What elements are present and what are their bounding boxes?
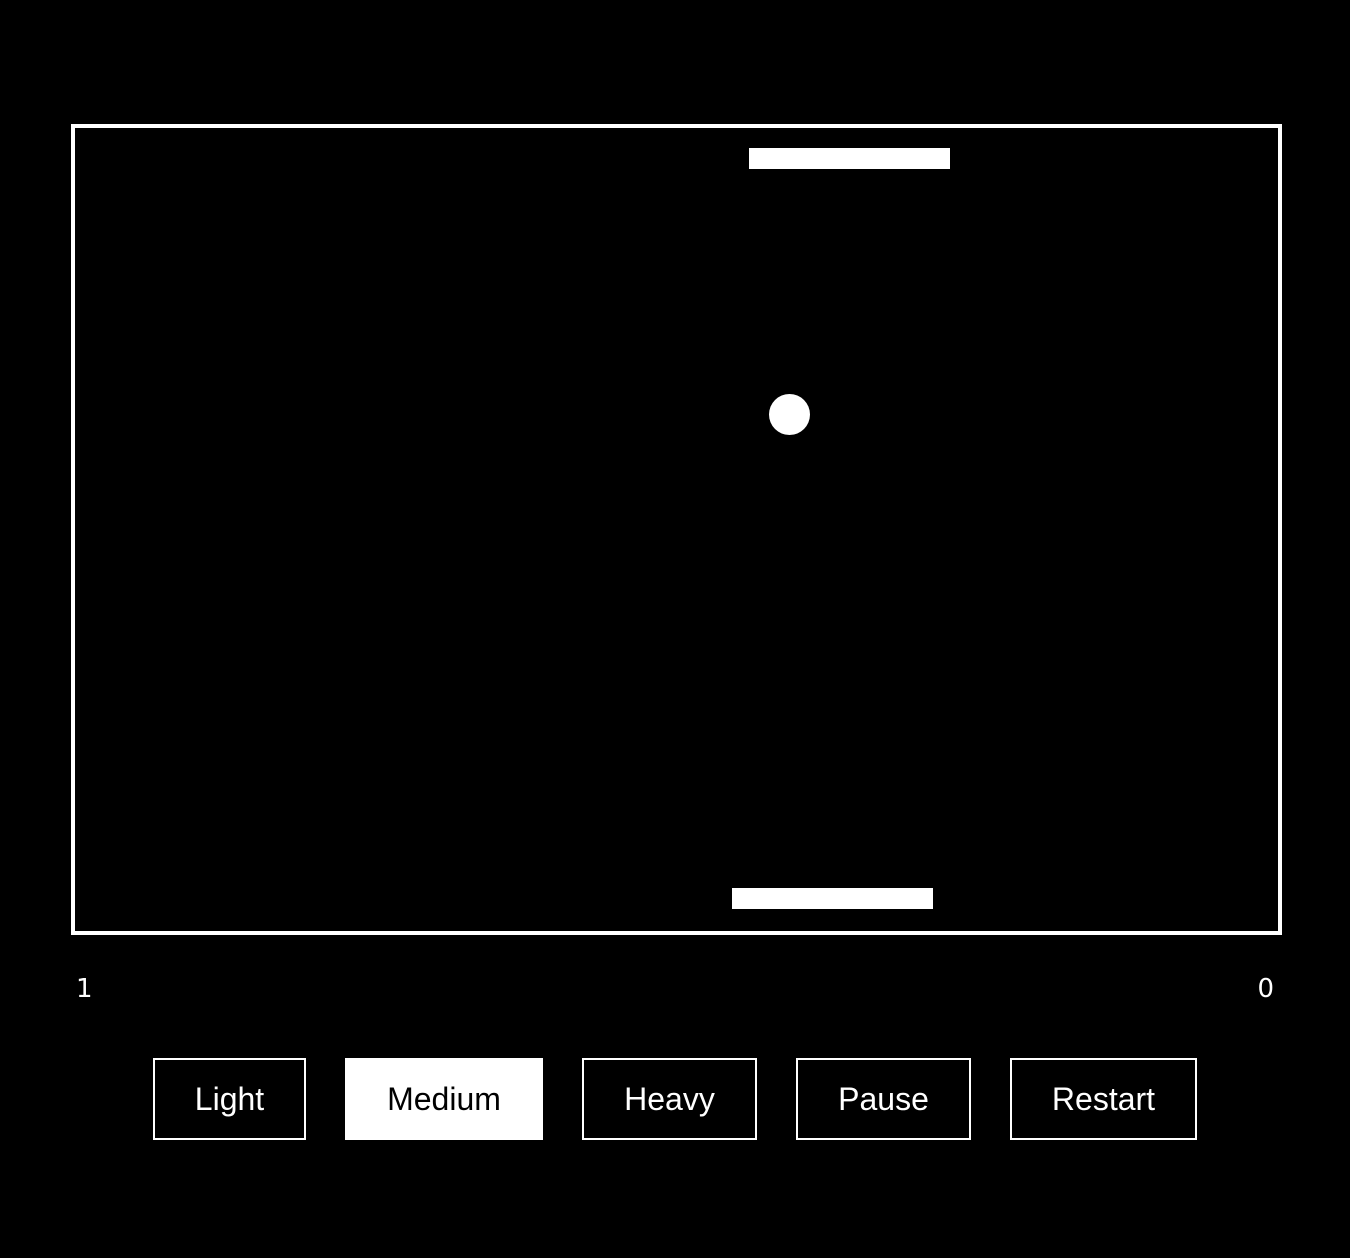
medium-button[interactable]: Medium: [345, 1058, 543, 1140]
bottom-paddle[interactable]: [732, 888, 933, 909]
left-score: 1: [76, 974, 93, 1004]
top-paddle: [749, 148, 950, 169]
pause-button[interactable]: Pause: [796, 1058, 971, 1140]
control-bar: Light Medium Heavy Pause Restart: [0, 1058, 1350, 1140]
game-stage: 1 0 Light Medium Heavy Pause Restart: [0, 0, 1350, 1258]
game-court[interactable]: [71, 124, 1282, 935]
right-score: 0: [1257, 974, 1274, 1004]
restart-button[interactable]: Restart: [1010, 1058, 1197, 1140]
ball: [769, 394, 810, 435]
light-button[interactable]: Light: [153, 1058, 306, 1140]
heavy-button[interactable]: Heavy: [582, 1058, 757, 1140]
